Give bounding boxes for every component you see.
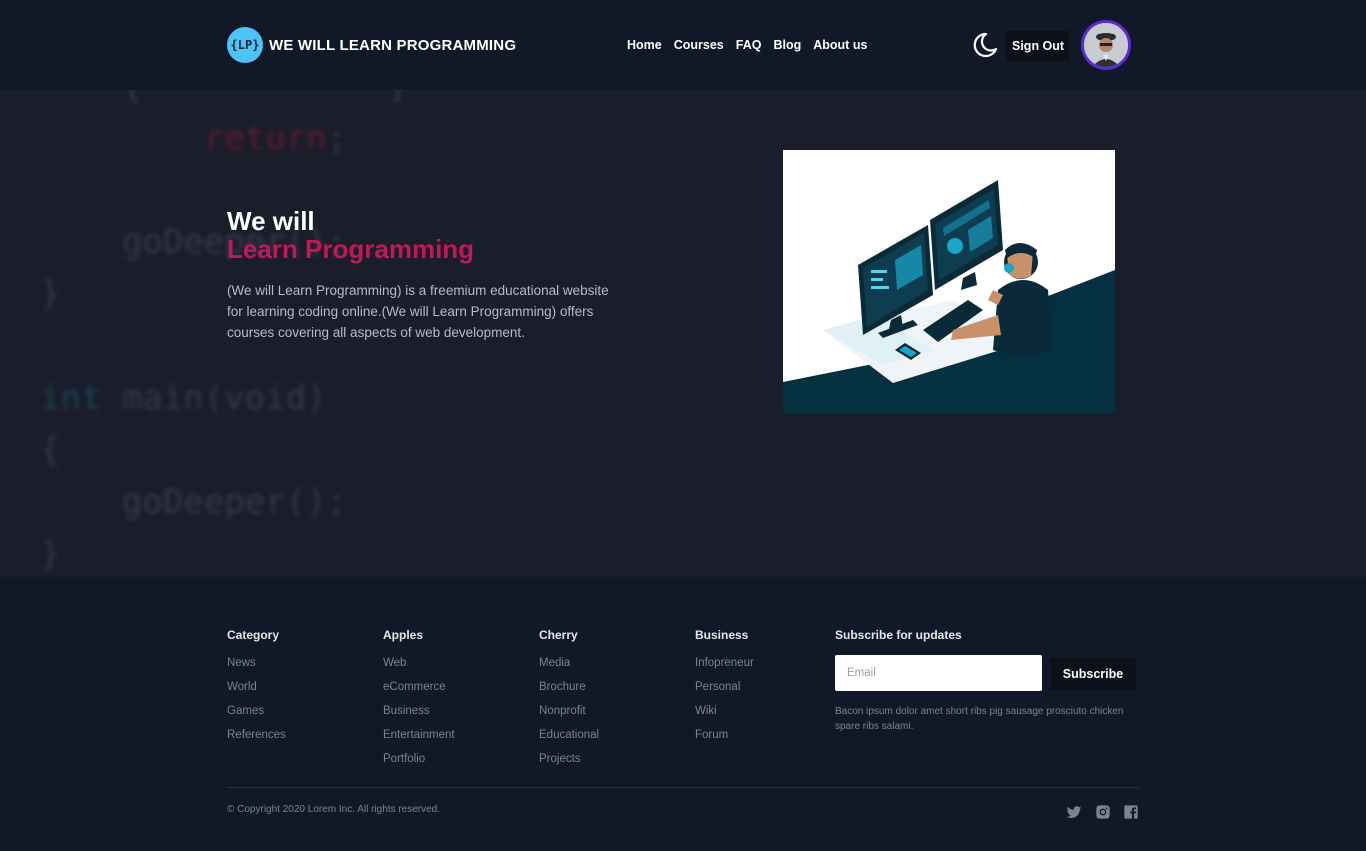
footer-column-business: Business Infopreneur Personal Wiki Forum [695,628,754,747]
avatar-photo [1084,23,1128,67]
footer-link-entertainment[interactable]: Entertainment [383,723,455,747]
site-footer: Category News World Games References App… [0,577,1366,851]
footer-link-portfolio[interactable]: Portfolio [383,747,455,771]
twitter-icon[interactable] [1066,804,1082,820]
brand-logo[interactable]: {LP} WE WILL LEARN PROGRAMMING [227,27,516,63]
subscribe-title: Subscribe for updates [835,628,962,642]
user-avatar[interactable] [1081,20,1131,70]
nav-blog[interactable]: Blog [773,38,801,52]
footer-link-nonprofit[interactable]: Nonprofit [539,699,599,723]
footer-link-infopreneur[interactable]: Infopreneur [695,651,754,675]
hero-illustration [783,150,1115,413]
instagram-icon[interactable] [1095,804,1111,820]
footer-link-wiki[interactable]: Wiki [695,699,754,723]
footer-column-title: Apples [383,628,424,642]
footer-link-world[interactable]: World [227,675,286,699]
sign-out-button[interactable]: Sign Out [1006,31,1071,61]
nav-about-us[interactable]: About us [813,38,867,52]
nav-courses[interactable]: Courses [674,38,724,52]
footer-link-forum[interactable]: Forum [695,723,754,747]
hero-section: { } return; goDeeper(); } int main(void)… [0,90,1366,577]
footer-link-ecommerce[interactable]: eCommerce [383,675,455,699]
email-input[interactable] [835,655,1042,691]
footer-column-title: Cherry [539,628,578,642]
footer-link-business[interactable]: Business [383,699,455,723]
footer-column-cherry: Cherry Media Brochure Nonprofit Educatio… [539,628,599,771]
footer-link-news[interactable]: News [227,651,286,675]
footer-column-title: Category [227,628,280,642]
main-nav: Home Courses FAQ Blog About us [627,38,867,52]
footer-link-projects[interactable]: Projects [539,747,599,771]
site-header: {LP} WE WILL LEARN PROGRAMMING Home Cour… [0,0,1366,90]
facebook-icon[interactable] [1123,804,1139,820]
nav-faq[interactable]: FAQ [736,38,762,52]
subscribe-note: Bacon ipsum dolor amet short ribs pig sa… [835,706,1124,732]
footer-link-games[interactable]: Games [227,699,286,723]
hero-title-line1: We will [227,206,315,236]
footer-divider [227,787,1139,788]
footer-link-web[interactable]: Web [383,651,455,675]
footer-column-category: Category News World Games References [227,628,286,747]
footer-column-title: Business [695,628,749,642]
copyright-text: © Copyright 2020 Lorem Inc. All rights r… [227,804,441,815]
hero-description: (We will Learn Programming) is a freemiu… [227,283,609,340]
hero-title-line2: Learn Programming [227,234,475,264]
footer-column-apples: Apples Web eCommerce Business Entertainm… [383,628,455,771]
footer-link-media[interactable]: Media [539,651,599,675]
moon-icon[interactable] [970,31,998,59]
subscribe-button[interactable]: Subscribe [1050,658,1136,690]
footer-link-educational[interactable]: Educational [539,723,599,747]
logo-icon: {LP} [227,27,263,63]
brand-name: WE WILL LEARN PROGRAMMING [269,36,517,54]
nav-home[interactable]: Home [627,38,662,52]
footer-link-personal[interactable]: Personal [695,675,754,699]
footer-link-references[interactable]: References [227,723,286,747]
footer-link-brochure[interactable]: Brochure [539,675,599,699]
